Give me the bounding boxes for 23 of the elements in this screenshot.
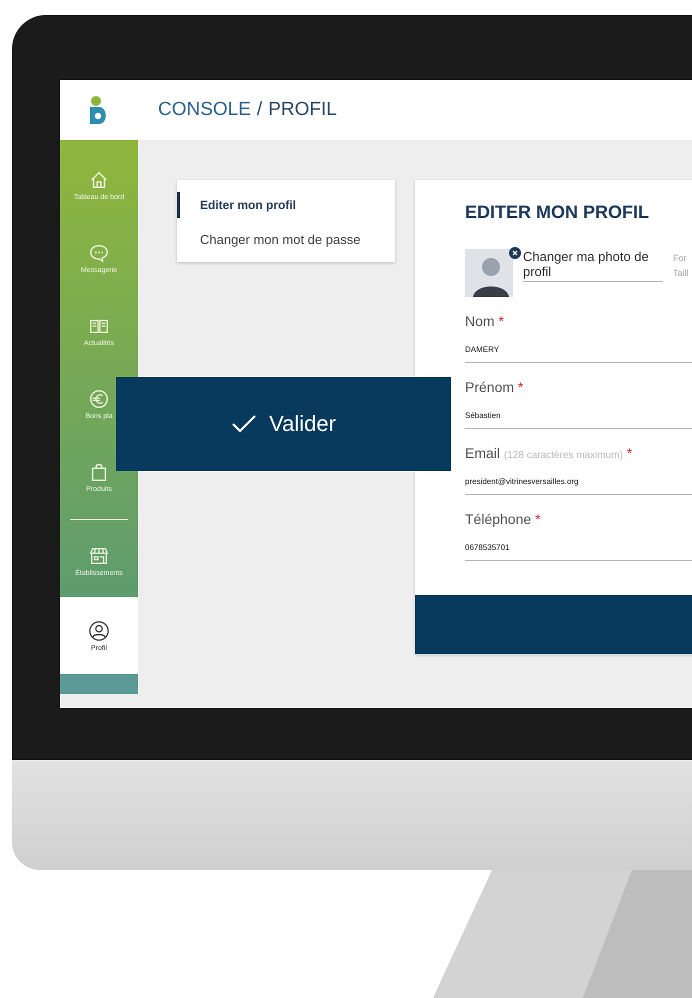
form-title: EDITER MON PROFIL xyxy=(465,202,650,223)
field-label: Nom * xyxy=(465,313,505,331)
field-label: Prénom * xyxy=(465,379,524,397)
text-field[interactable]: Sébastien xyxy=(465,401,692,429)
text-field[interactable]: 0678535701 xyxy=(465,533,692,561)
breadcrumb-separator: / xyxy=(256,99,262,121)
remove-photo-icon[interactable] xyxy=(509,247,521,259)
submenu-item[interactable]: Editer mon profil xyxy=(177,192,395,218)
photo-hint: For xyxy=(673,253,688,263)
breadcrumb-current: PROFIL xyxy=(268,99,337,121)
text-field[interactable]: DAMERY xyxy=(465,335,692,363)
breadcrumb-link[interactable]: CONSOLE xyxy=(158,99,251,121)
user-icon xyxy=(88,620,110,642)
change-photo-link[interactable]: Changer ma photo de profil xyxy=(523,249,663,282)
submenu-item[interactable]: Changer mon mot de passe xyxy=(177,226,395,253)
photo-hint: Taill xyxy=(673,268,689,278)
validate-button[interactable]: Valider xyxy=(116,377,451,471)
field-label: Téléphone * xyxy=(465,511,542,529)
checkmark-icon xyxy=(231,414,258,434)
field-label: Email (128 caractères maximum) * xyxy=(465,445,634,463)
profile-photo-placeholder xyxy=(465,249,513,297)
text-field[interactable]: president@vitrinesversailles.org xyxy=(465,467,692,495)
euro-icon xyxy=(88,388,110,410)
